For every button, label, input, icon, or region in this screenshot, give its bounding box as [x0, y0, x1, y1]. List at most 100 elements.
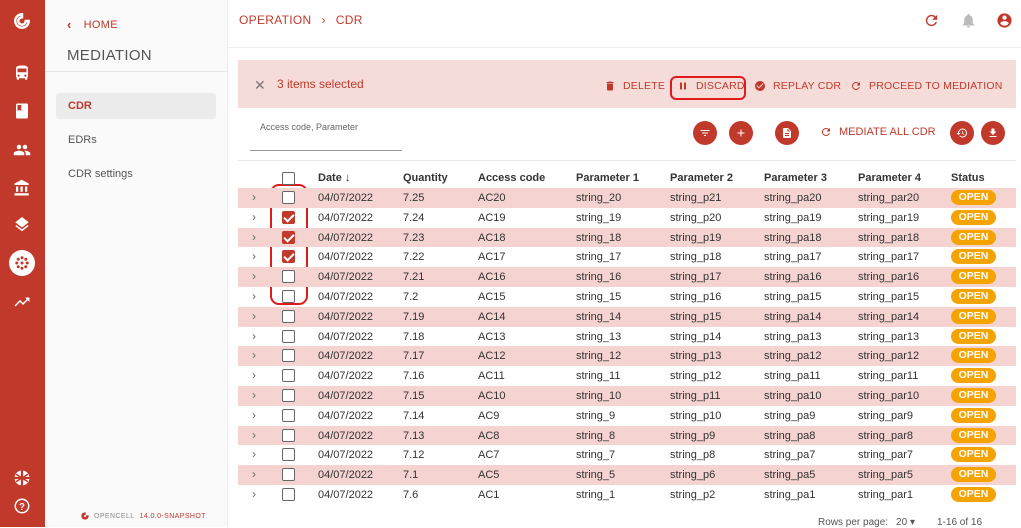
breadcrumb-operation[interactable]: OPERATION — [239, 13, 312, 27]
proceed-to-mediation-button[interactable]: PROCEED TO MEDIATION — [850, 80, 1003, 92]
column-header-parameter-4[interactable]: Parameter 4 — [858, 172, 921, 184]
expand-chevron-icon[interactable]: › — [252, 428, 256, 442]
column-header-parameter-2[interactable]: Parameter 2 — [670, 172, 733, 184]
expand-chevron-icon[interactable]: › — [252, 368, 256, 382]
row-checkbox[interactable] — [282, 349, 295, 363]
rows-per-page-select[interactable]: 20 ▾ — [896, 517, 915, 528]
home-link[interactable]: ‹ HOME — [67, 17, 118, 32]
row-checkbox[interactable] — [282, 369, 295, 383]
expand-chevron-icon[interactable]: › — [252, 447, 256, 461]
sidebar-item-cdr-settings[interactable]: CDR settings — [56, 161, 216, 187]
table-row[interactable]: › 04/07/2022 7.21 AC16 string_16 string_p17 st… — [238, 267, 1016, 287]
bus-icon[interactable] — [9, 60, 35, 86]
column-header-date[interactable]: Date ↓ — [318, 172, 350, 184]
app-rail: ? — [0, 0, 45, 527]
row-checkbox[interactable] — [282, 389, 295, 402]
trending-up-icon[interactable] — [9, 289, 35, 315]
filter-button[interactable] — [693, 121, 717, 145]
history-button[interactable] — [950, 121, 974, 145]
status-badge: OPEN — [951, 249, 996, 265]
table-row[interactable]: › 04/07/2022 7.1 AC5 string_5 string_p6 string… — [238, 465, 1016, 485]
expand-chevron-icon[interactable]: › — [252, 269, 256, 283]
expand-chevron-icon[interactable]: › — [252, 467, 256, 481]
table-row[interactable]: › 04/07/2022 7.17 AC12 string_12 string_p13 st… — [238, 346, 1016, 367]
table-row[interactable]: › 04/07/2022 7.19 AC14 string_14 string_p15 st… — [238, 306, 1016, 327]
expand-chevron-icon[interactable]: › — [252, 309, 256, 323]
row-checkbox[interactable] — [282, 290, 295, 303]
table-row[interactable]: › 04/07/2022 7.14 AC9 string_9 string_p10 stri… — [238, 406, 1016, 426]
table-row[interactable]: › 04/07/2022 7.18 AC13 string_13 string_p14 st… — [238, 327, 1016, 347]
expand-chevron-icon[interactable]: › — [252, 190, 256, 204]
row-checkbox[interactable] — [282, 309, 295, 323]
column-header-parameter-1[interactable]: Parameter 1 — [576, 172, 639, 184]
account-icon[interactable] — [995, 11, 1013, 29]
sidebar-item-edrs[interactable]: EDRs — [56, 127, 216, 153]
people-icon[interactable] — [9, 137, 35, 163]
row-checkbox[interactable] — [282, 488, 295, 501]
cell-date: 04/07/2022 — [318, 350, 374, 363]
layers-icon[interactable] — [9, 213, 35, 239]
close-icon[interactable]: ✕ — [254, 77, 266, 94]
table-row[interactable]: › 04/07/2022 7.23 AC18 string_18 string_p19 st… — [238, 227, 1016, 248]
cell-date: 04/07/2022 — [318, 449, 374, 462]
replay-cdr-button[interactable]: REPLAY CDR — [754, 80, 841, 92]
row-checkbox[interactable] — [282, 408, 295, 422]
expand-chevron-icon[interactable]: › — [252, 329, 256, 343]
row-checkbox[interactable] — [282, 448, 295, 462]
expand-chevron-icon[interactable]: › — [252, 388, 256, 402]
expand-chevron-icon[interactable]: › — [252, 249, 256, 263]
column-header-access-code[interactable]: Access code — [478, 172, 545, 184]
row-checkbox[interactable] — [282, 270, 295, 284]
table-row[interactable]: › 04/07/2022 7.2 AC15 string_15 string_p16 str… — [238, 287, 1016, 307]
select-all-checkbox[interactable] — [282, 172, 295, 185]
row-checkbox[interactable] — [282, 468, 295, 482]
expand-chevron-icon[interactable]: › — [252, 408, 256, 422]
table-row[interactable]: › 04/07/2022 7.12 AC7 string_7 string_p8 strin… — [238, 445, 1016, 465]
table-row[interactable]: › 04/07/2022 7.16 AC11 string_11 string_p12 st… — [238, 366, 1016, 386]
expand-chevron-icon[interactable]: › — [252, 289, 256, 303]
row-checkbox[interactable] — [282, 428, 295, 442]
document-button[interactable] — [775, 121, 799, 145]
uk-flag-icon[interactable] — [9, 465, 35, 491]
row-checkbox[interactable] — [282, 191, 295, 204]
breadcrumb-cdr[interactable]: CDR — [336, 13, 363, 27]
table-row[interactable]: › 04/07/2022 7.24 AC19 string_19 string_p20 st… — [238, 208, 1016, 228]
column-header-parameter-3[interactable]: Parameter 3 — [764, 172, 827, 184]
refresh-icon[interactable] — [922, 11, 940, 29]
table-row[interactable]: › 04/07/2022 7.22 AC17 string_17 string_p18 st… — [238, 247, 1016, 267]
mediation-icon[interactable] — [9, 250, 35, 276]
search-input[interactable]: Access code, Parameter — [250, 117, 402, 151]
mediate-all-cdr-button[interactable]: MEDIATE ALL CDR — [820, 126, 936, 138]
book-icon[interactable] — [9, 98, 35, 124]
opencell-logo-icon[interactable] — [9, 8, 35, 34]
column-header-quantity[interactable]: Quantity — [403, 172, 448, 184]
expand-chevron-icon[interactable]: › — [252, 210, 256, 224]
cell-parameter-4: string_par10 — [858, 390, 920, 402]
cell-access-code: AC14 — [478, 310, 506, 323]
bell-icon[interactable] — [959, 11, 977, 29]
column-header-status[interactable]: Status — [951, 172, 985, 184]
row-checkbox[interactable] — [282, 250, 295, 264]
row-checkbox[interactable] — [282, 329, 295, 343]
expand-chevron-icon[interactable]: › — [252, 487, 256, 501]
sidebar-item-cdr[interactable]: CDR — [56, 93, 216, 119]
table-row[interactable]: › 04/07/2022 7.13 AC8 string_8 string_p9 strin… — [238, 425, 1016, 446]
download-button[interactable] — [981, 121, 1005, 145]
add-button[interactable] — [729, 121, 753, 145]
table-row[interactable]: › 04/07/2022 7.15 AC10 string_10 string_p11 st… — [238, 386, 1016, 406]
cell-quantity: 7.1 — [403, 469, 419, 482]
bank-icon[interactable] — [9, 175, 35, 201]
cell-parameter-1: string_9 — [576, 409, 616, 422]
row-checkbox[interactable] — [282, 230, 295, 244]
delete-button[interactable]: DELETE — [604, 80, 665, 92]
expand-chevron-icon[interactable]: › — [252, 348, 256, 362]
cell-parameter-3: string_pa9 — [764, 409, 816, 422]
cell-parameter-2: string_p14 — [670, 330, 722, 343]
table-row[interactable]: › 04/07/2022 7.6 AC1 string_1 string_p2 string… — [238, 485, 1016, 505]
expand-chevron-icon[interactable]: › — [252, 230, 256, 244]
cell-access-code: AC20 — [478, 192, 506, 204]
help-icon[interactable]: ? — [9, 493, 35, 519]
table-row[interactable]: › 04/07/2022 7.25 AC20 string_20 string_p21 st… — [238, 188, 1016, 208]
row-checkbox[interactable] — [282, 210, 295, 224]
cell-parameter-3: string_pa13 — [764, 330, 822, 343]
